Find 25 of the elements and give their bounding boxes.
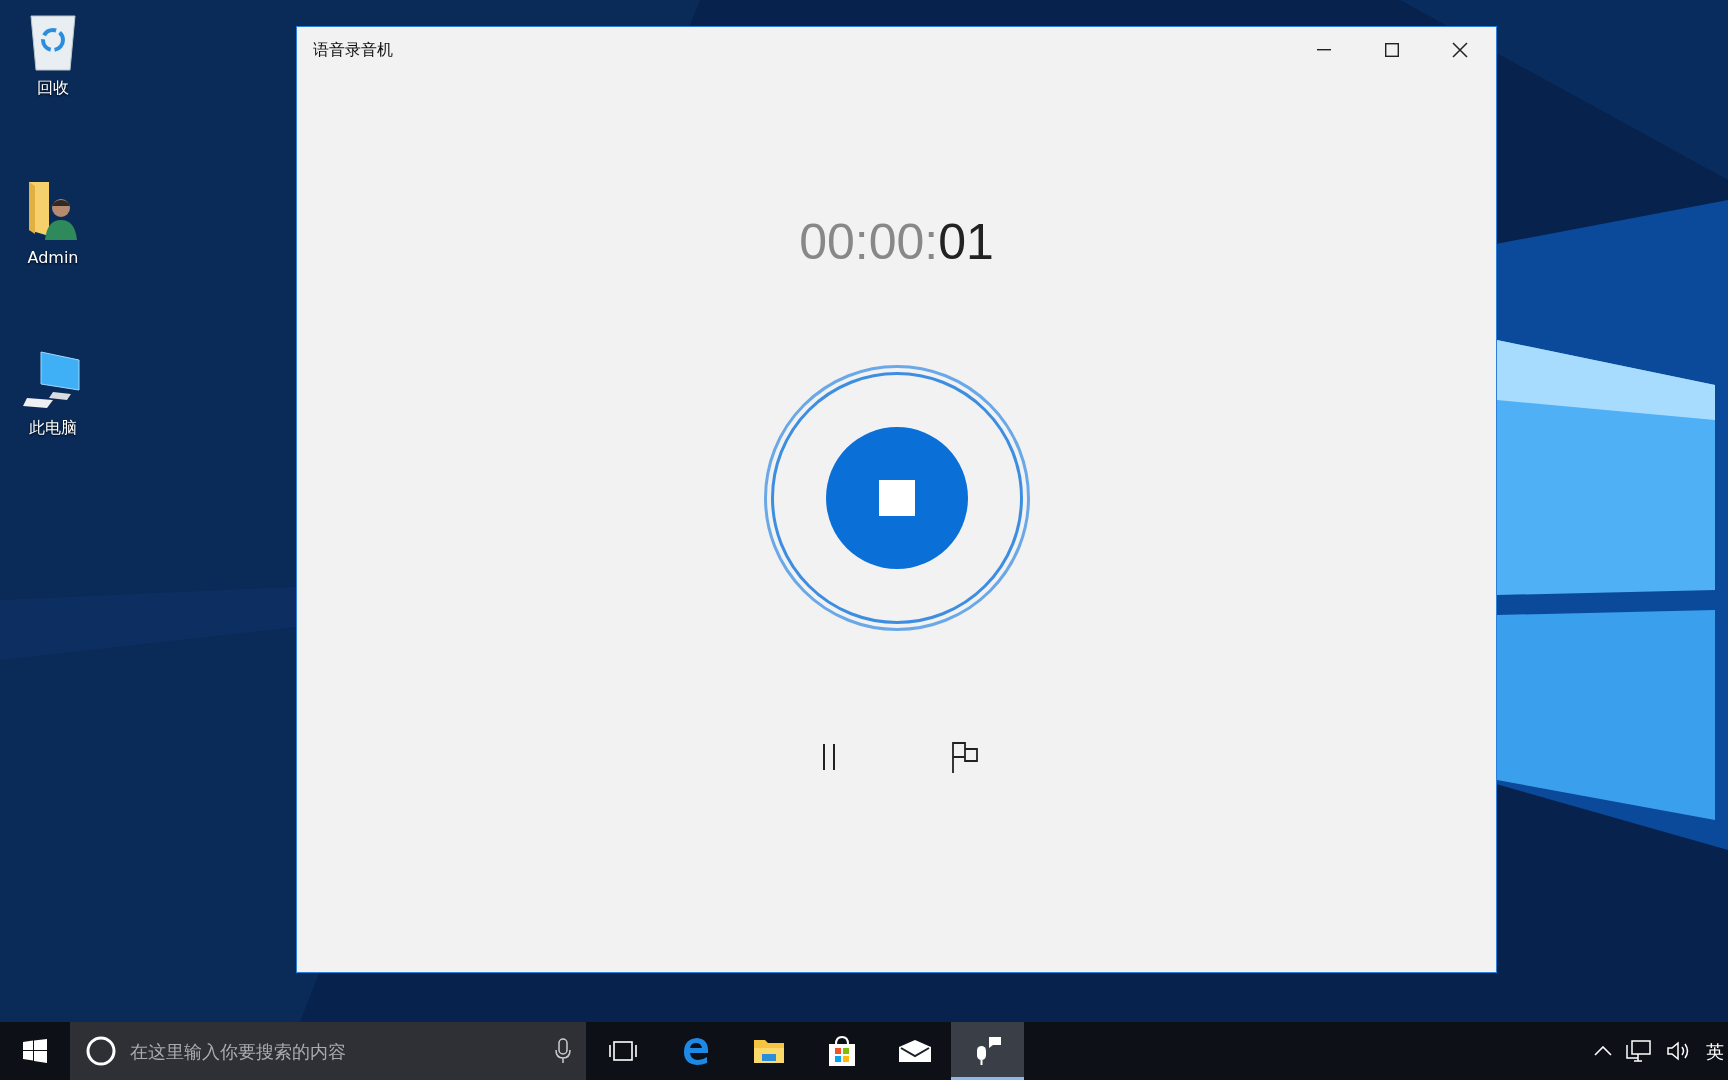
task-view-icon bbox=[607, 1040, 638, 1062]
search-field[interactable]: 在这里输入你要搜索的内容 bbox=[130, 1037, 542, 1065]
search-box[interactable]: 在这里输入你要搜索的内容 bbox=[70, 1022, 586, 1080]
shopping-bag-icon bbox=[826, 1035, 857, 1067]
desktop-icon-label[interactable]: 回收 bbox=[37, 76, 69, 100]
microphone-icon bbox=[555, 1038, 571, 1064]
chevron-up-icon[interactable] bbox=[1594, 1046, 1612, 1056]
network-icon[interactable] bbox=[1626, 1040, 1652, 1062]
maximize-icon bbox=[1385, 43, 1399, 57]
desktop-icon-label[interactable]: Admin bbox=[27, 246, 79, 270]
window-title: 语音录音机 bbox=[313, 39, 394, 61]
close-icon bbox=[1452, 42, 1468, 58]
desktop-icon-label[interactable]: 此电脑 bbox=[29, 416, 77, 440]
circle-icon bbox=[85, 1035, 117, 1067]
elapsed-seconds: 01 bbox=[938, 217, 994, 267]
pause-icon bbox=[820, 744, 837, 770]
input-language-indicator[interactable]: 英 bbox=[1706, 1037, 1726, 1065]
elapsed-time: 00:00: bbox=[799, 217, 939, 267]
taskbar-app[interactable] bbox=[951, 1022, 1024, 1080]
windows-logo-icon bbox=[23, 1039, 47, 1063]
stop-icon bbox=[878, 480, 915, 516]
folder-icon bbox=[752, 1037, 785, 1065]
mail-icon bbox=[897, 1039, 932, 1063]
flag-icon bbox=[950, 741, 979, 773]
minimize-icon bbox=[1317, 49, 1331, 51]
